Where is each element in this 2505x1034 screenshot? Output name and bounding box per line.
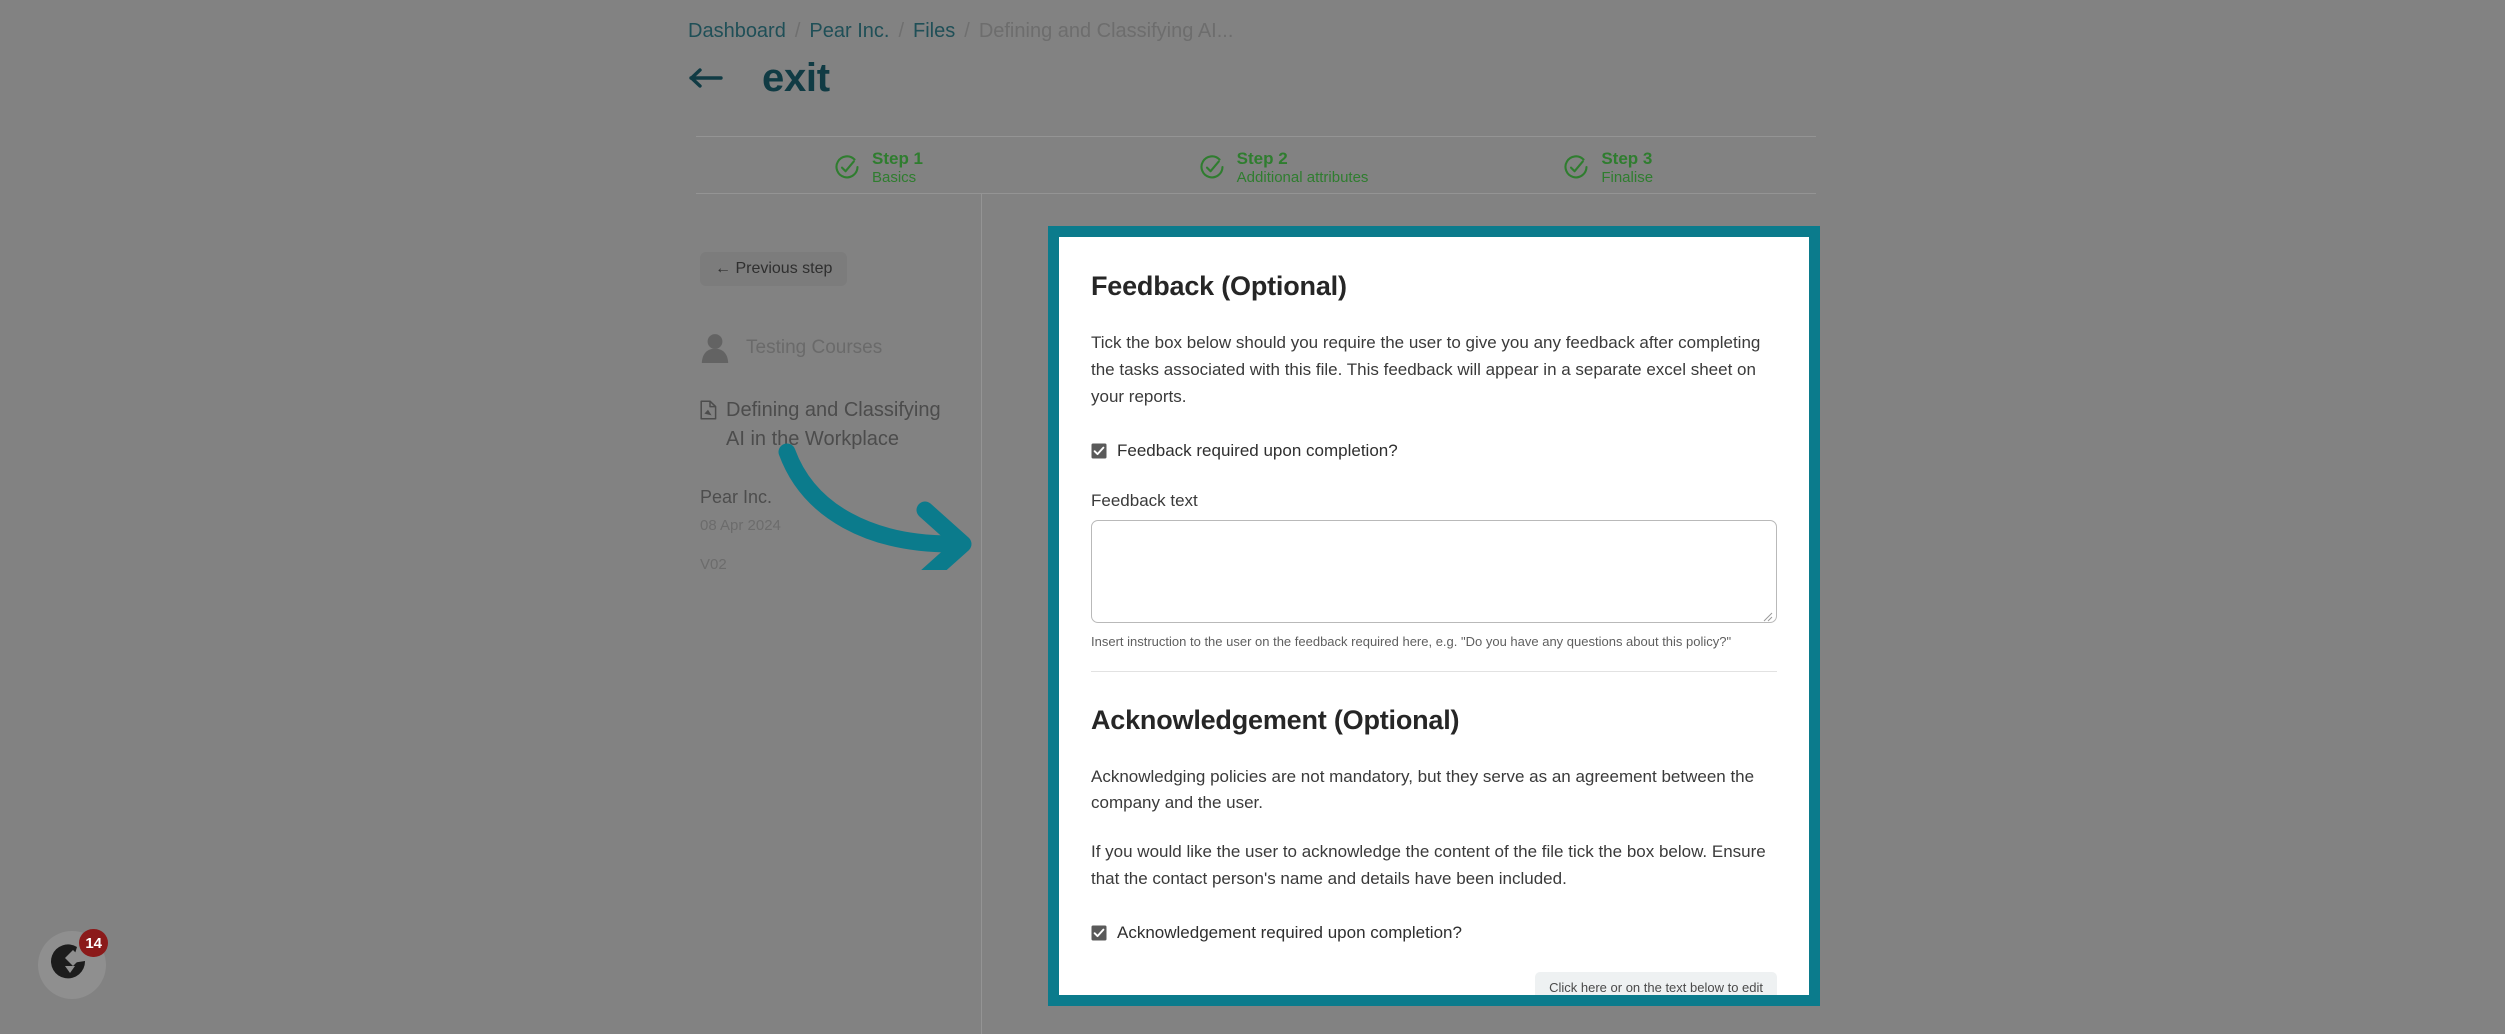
feedback-text-label: Feedback text bbox=[1091, 490, 1198, 510]
breadcrumb-separator: / bbox=[898, 20, 905, 42]
acknowledgement-paragraph-2: If you would like the user to acknowledg… bbox=[1091, 842, 1766, 889]
step-label-2: Step 2 bbox=[1236, 149, 1288, 168]
breadcrumb-item-current: Defining and Classifying AI... bbox=[978, 20, 1234, 42]
breadcrumb-separator: / bbox=[794, 20, 801, 42]
chat-widget-badge: 14 bbox=[79, 929, 108, 957]
step-sublabel-2: Additional attributes bbox=[1236, 169, 1369, 187]
page-header: exit bbox=[688, 58, 830, 98]
step-progress-bar: Step 1 Basics Step 2 Additional attribut… bbox=[696, 143, 1816, 193]
file-date: 08 Apr 2024 bbox=[700, 517, 781, 534]
edit-hint-row: Click here or on the text below to edit bbox=[1091, 972, 1777, 995]
breadcrumb-item-files[interactable]: Files bbox=[913, 20, 955, 43]
organisation-name: Testing Courses bbox=[746, 337, 883, 358]
feedback-required-label: Feedback required upon completion? bbox=[1117, 440, 1398, 460]
acknowledgement-required-checkbox-row[interactable]: Acknowledgement required upon completion… bbox=[1091, 923, 1777, 943]
check-circle-icon bbox=[1199, 155, 1225, 181]
chat-widget-button[interactable]: 14 bbox=[38, 929, 108, 999]
file-version: V02 bbox=[700, 556, 727, 573]
resize-handle-icon[interactable] bbox=[1763, 609, 1773, 621]
step-label-3: Step 3 bbox=[1601, 149, 1653, 168]
file-sidebar: ← Previous step Testing Courses Defining… bbox=[700, 252, 960, 573]
feedback-text-input[interactable] bbox=[1091, 519, 1777, 623]
feedback-heading: Feedback (Optional) bbox=[1091, 271, 1347, 301]
feedback-required-checkbox-row[interactable]: Feedback required upon completion? bbox=[1091, 441, 1777, 461]
breadcrumb-item-pear-inc[interactable]: Pear Inc. bbox=[809, 20, 889, 43]
file-company: Pear Inc. bbox=[700, 487, 773, 507]
breadcrumb-separator: / bbox=[964, 20, 970, 42]
file-title: Defining and Classifying AI in the Workp… bbox=[726, 399, 941, 450]
acknowledgement-required-checkbox[interactable] bbox=[1091, 925, 1107, 941]
check-circle-icon bbox=[834, 155, 860, 181]
step-item-3[interactable]: Step 3 Finalise bbox=[1451, 143, 1816, 193]
acknowledgement-heading: Acknowledgement (Optional) bbox=[1091, 704, 1460, 735]
back-arrow-icon[interactable] bbox=[688, 62, 728, 94]
highlight-border: Feedback (Optional) Tick the box below s… bbox=[1048, 226, 1820, 1006]
edit-hint-button[interactable]: Click here or on the text below to edit bbox=[1535, 972, 1777, 995]
file-document-icon bbox=[700, 400, 717, 420]
step-item-2[interactable]: Step 2 Additional attributes bbox=[1087, 143, 1452, 193]
previous-step-button[interactable]: ← Previous step bbox=[700, 252, 848, 286]
step-item-1[interactable]: Step 1 Basics bbox=[696, 143, 1087, 193]
acknowledgement-required-label: Acknowledgement required upon completion… bbox=[1117, 923, 1462, 943]
breadcrumb-item-dashboard[interactable]: Dashboard bbox=[688, 20, 786, 43]
organisation-row: Testing Courses bbox=[700, 332, 960, 364]
file-title-row: Defining and Classifying AI in the Workp… bbox=[700, 396, 960, 454]
divider-below-steps bbox=[696, 193, 1816, 194]
user-avatar-icon bbox=[700, 332, 730, 364]
feedback-description: Tick the box below should you require th… bbox=[1091, 333, 1761, 406]
acknowledgement-paragraph-1: Acknowledging policies are not mandatory… bbox=[1091, 766, 1755, 813]
section-divider bbox=[1091, 670, 1777, 672]
feedback-help-text: Insert instruction to the user on the fe… bbox=[1091, 633, 1732, 649]
finalise-form-card: Feedback (Optional) Tick the box below s… bbox=[1059, 237, 1809, 995]
page-title: exit bbox=[762, 56, 830, 100]
step-sublabel-3: Finalise bbox=[1601, 169, 1654, 187]
divider-above-steps bbox=[696, 136, 1816, 137]
step-sublabel-1: Basics bbox=[872, 169, 917, 187]
sidebar-content-divider bbox=[981, 194, 982, 1034]
breadcrumb: Dashboard / Pear Inc. / Files / Defining… bbox=[688, 20, 1233, 43]
check-circle-icon bbox=[1563, 155, 1589, 181]
step-label-1: Step 1 bbox=[872, 149, 924, 168]
feedback-required-checkbox[interactable] bbox=[1091, 443, 1107, 459]
